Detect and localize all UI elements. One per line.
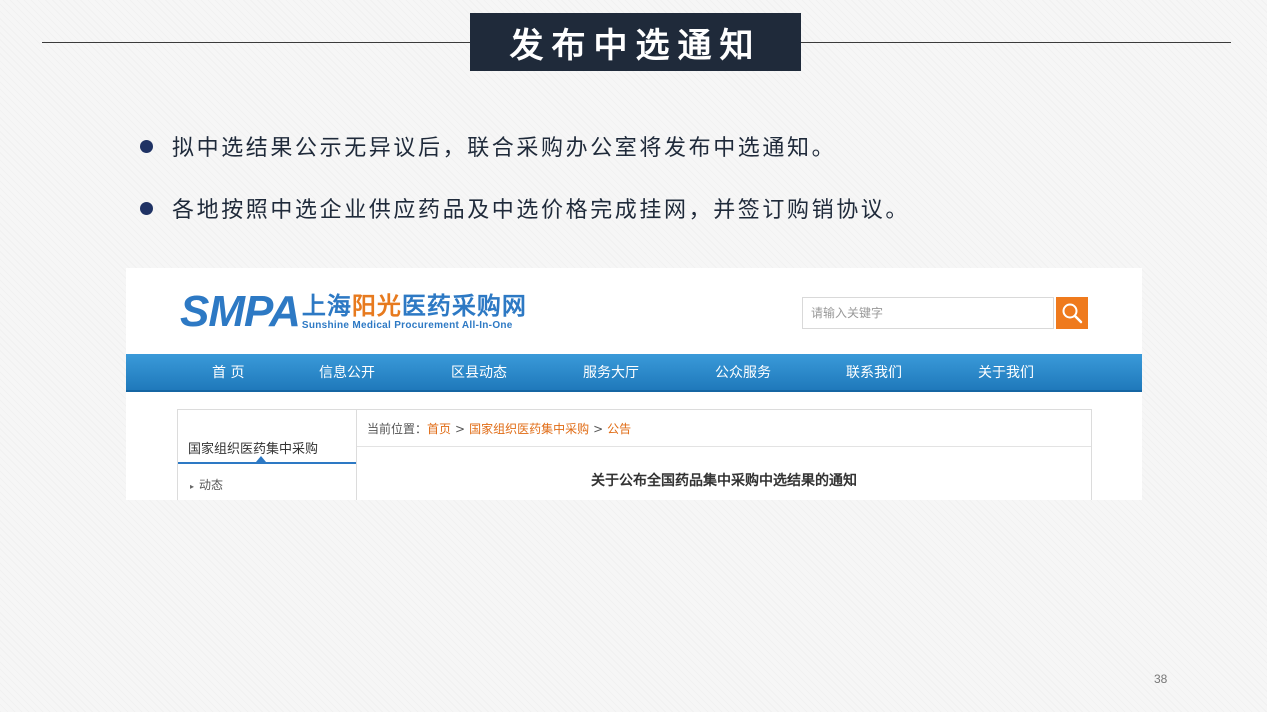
bullet-list: 拟中选结果公示无异议后，联合采购办公室将发布中选通知。 各地按照中选企业供应药品…	[140, 128, 910, 252]
bullet-dot-icon	[140, 201, 153, 215]
breadcrumb: 当前位置：首页 > 国家组织医药集中采购 > 公告	[367, 420, 631, 437]
search-input[interactable]: 请输入关键字	[802, 297, 1054, 329]
breadcrumb-separator: >	[593, 422, 604, 436]
search-icon	[1062, 303, 1083, 324]
breadcrumb-prefix: 当前位置：	[367, 422, 428, 436]
nav-item-home[interactable]: 首 页	[212, 354, 244, 392]
website-screenshot: SMPA 上海阳光医药采购网 Sunshine Medical Procurem…	[126, 268, 1142, 500]
logo-english-name: Sunshine Medical Procurement All-In-One	[301, 320, 513, 331]
breadcrumb-separator: >	[455, 422, 466, 436]
nav-item-contact[interactable]: 联系我们	[846, 354, 902, 392]
triangle-right-icon: ▸	[190, 482, 195, 491]
logo-chinese-name: 上海阳光医药采购网	[301, 291, 527, 320]
slide-title: 发布中选通知	[470, 13, 801, 71]
content-panel: 当前位置：首页 > 国家组织医药集中采购 > 公告 关于公布全国药品集中采购中选结果的通…	[357, 409, 1092, 500]
nav-item-info[interactable]: 信息公开	[319, 354, 375, 392]
breadcrumb-link-notice[interactable]: 公告	[607, 422, 631, 436]
bullet-text: 各地按照中选企业供应药品及中选价格完成挂网，并签订购销协议。	[172, 198, 911, 223]
article-title[interactable]: 关于公布全国药品集中采购中选结果的通知	[357, 470, 1091, 490]
breadcrumb-link-home[interactable]: 首页	[427, 422, 451, 436]
bullet-item: 拟中选结果公示无异议后，联合采购办公室将发布中选通知。	[140, 128, 910, 164]
nav-item-service-hall[interactable]: 服务大厅	[583, 354, 639, 392]
breadcrumb-link-category[interactable]: 国家组织医药集中采购	[469, 422, 589, 436]
bullet-item: 各地按照中选企业供应药品及中选价格完成挂网，并签订购销协议。	[140, 190, 910, 226]
sidebar-item-news[interactable]: ▸ 动态	[190, 476, 223, 493]
page-number: 38	[1154, 672, 1168, 686]
sidebar: 国家组织医药集中采购 ▸ 动态	[177, 409, 357, 500]
sidebar-title: 国家组织医药集中采购	[188, 442, 319, 457]
nav-item-public-service[interactable]: 公众服务	[715, 354, 771, 392]
bullet-dot-icon	[140, 139, 153, 153]
search-button[interactable]	[1056, 297, 1088, 329]
logo-abbr: SMPA	[180, 287, 301, 336]
main-nav: 首 页 信息公开 区县动态 服务大厅 公众服务 联系我们 关于我们	[126, 354, 1142, 392]
nav-item-district[interactable]: 区县动态	[451, 354, 507, 392]
bullet-text: 拟中选结果公示无异议后，联合采购办公室将发布中选通知。	[172, 136, 837, 161]
nav-item-about[interactable]: 关于我们	[978, 354, 1034, 392]
sidebar-title-underline	[178, 462, 356, 464]
divider	[357, 446, 1091, 447]
site-logo[interactable]: SMPA 上海阳光医药采购网 Sunshine Medical Procurem…	[180, 290, 527, 334]
logo-text-block: 上海阳光医药采购网 Sunshine Medical Procurement A…	[302, 292, 527, 332]
